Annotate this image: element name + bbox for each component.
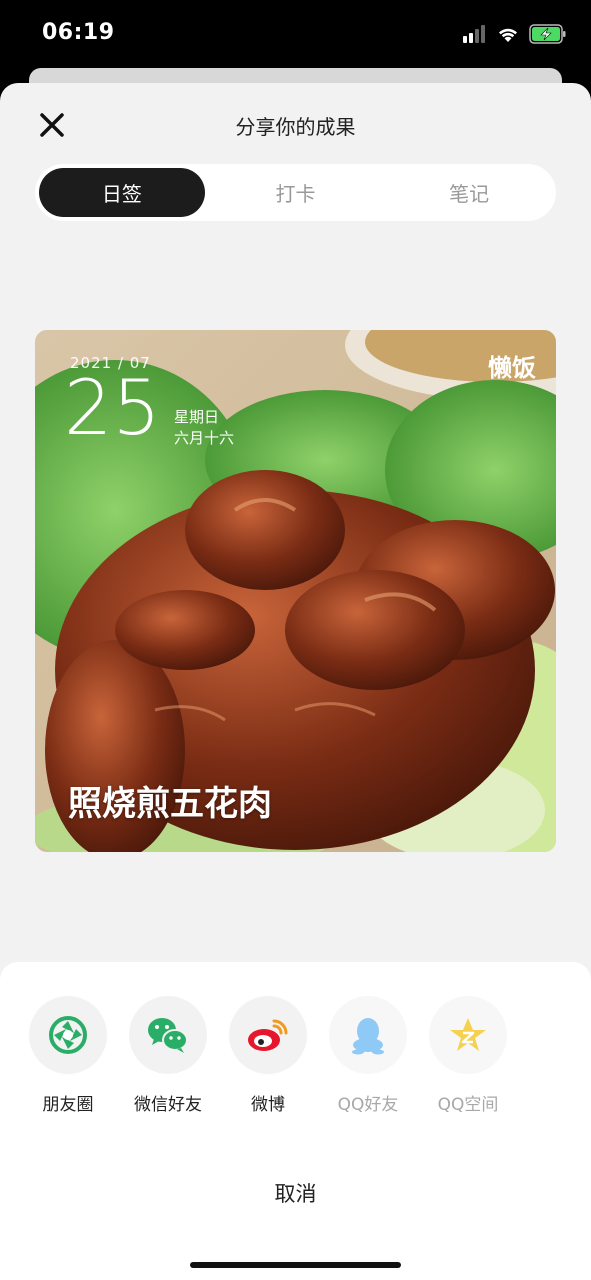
page-title: 分享你的成果 — [235, 115, 356, 139]
battery-charging-icon — [529, 24, 567, 48]
wifi-icon — [497, 26, 519, 47]
share-targets: 朋友圈 微信好友 微博 QQ好友 QQ空间 — [0, 996, 591, 1116]
tab-bar: 日签 打卡 笔记 — [35, 164, 556, 221]
share-qq-label: QQ好友 — [337, 1095, 399, 1115]
qzone-icon — [450, 1018, 486, 1051]
share-qzone-button[interactable]: QQ空间 — [418, 996, 518, 1115]
brand-logo: 懒饭 — [488, 354, 536, 382]
share-weibo-circle — [229, 996, 307, 1074]
share-qq-button[interactable]: QQ好友 — [318, 996, 418, 1115]
tab-check-in[interactable]: 打卡 — [213, 168, 379, 217]
dish-name: 照烧煎五花肉 — [68, 784, 272, 824]
card-day: 25 — [64, 363, 161, 452]
share-moments-label: 朋友圈 — [42, 1095, 94, 1115]
tab-daily-card[interactable]: 日签 — [39, 168, 205, 217]
wechat-icon — [148, 1018, 188, 1053]
share-qzone-label: QQ空间 — [437, 1095, 499, 1115]
tab-notes[interactable]: 笔记 — [386, 168, 552, 217]
share-panel: 朋友圈 微信好友 微博 QQ好友 QQ空间 取消 — [0, 962, 591, 1280]
share-wechat-circle — [129, 996, 207, 1074]
share-moments-button[interactable]: 朋友圈 — [18, 996, 118, 1115]
qq-icon — [352, 1018, 384, 1055]
status-bar: 06:19 — [0, 0, 591, 70]
share-weibo-label: 微博 — [251, 1095, 285, 1115]
share-weibo-button[interactable]: 微博 — [218, 996, 318, 1115]
share-wechat-label: 微信好友 — [134, 1095, 202, 1115]
status-time: 06:19 — [42, 20, 115, 45]
home-indicator — [190, 1262, 401, 1268]
share-qq-circle — [329, 996, 407, 1074]
card-weekday: 星期日 — [174, 408, 220, 426]
status-icons — [463, 24, 567, 48]
moments-icon — [49, 1016, 87, 1054]
card-lunar-date: 六月十六 — [174, 429, 235, 447]
share-moments-circle — [29, 996, 107, 1074]
cellular-signal-icon — [463, 25, 487, 47]
share-wechat-button[interactable]: 微信好友 — [118, 996, 218, 1115]
weibo-icon — [248, 1019, 288, 1051]
cancel-button[interactable]: 取消 — [0, 1178, 591, 1208]
share-card: 2021 / 07 25 星期日 六月十六 懒饭 照烧煎五花肉 — [35, 330, 556, 852]
share-qzone-circle — [429, 996, 507, 1074]
